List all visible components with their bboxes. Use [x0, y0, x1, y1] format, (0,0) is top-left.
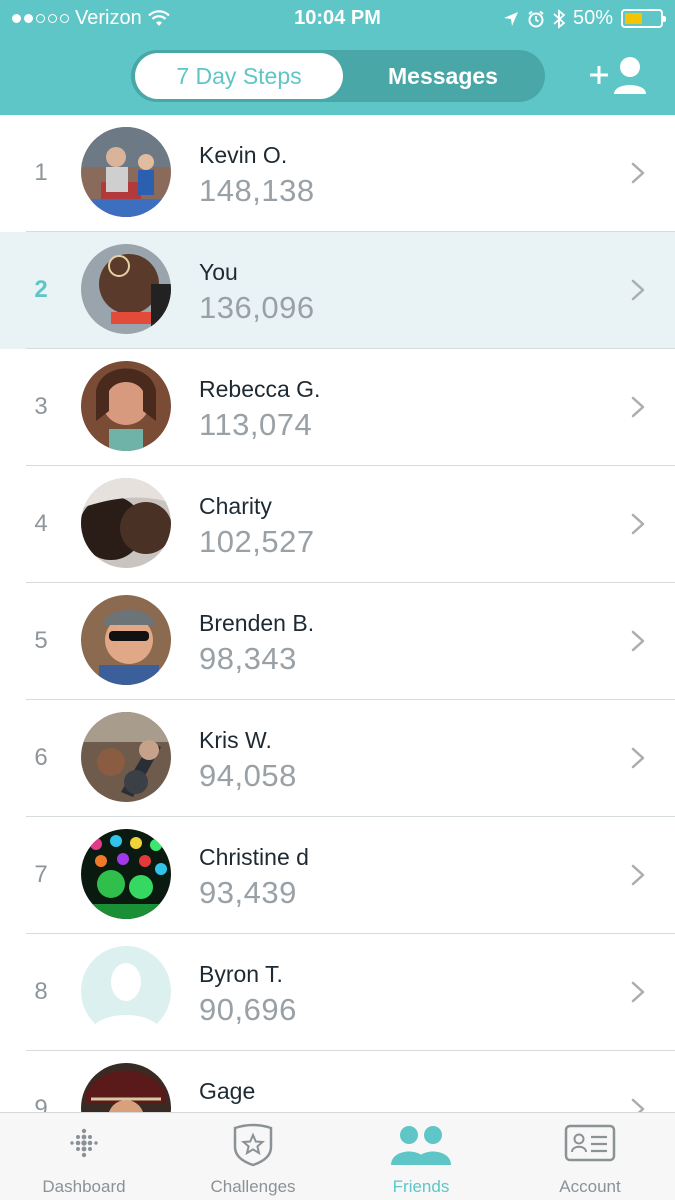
challenges-icon [233, 1123, 273, 1167]
add-friend-icon [590, 57, 646, 94]
tab-label: Friends [392, 1177, 450, 1196]
list-item-you[interactable]: 2 You 136,096 [0, 232, 675, 349]
account-icon [564, 1124, 616, 1162]
tab-friends[interactable]: Friends [337, 1113, 505, 1200]
list-item[interactable]: 9 Gage [0, 1051, 675, 1112]
chevron-right-icon [631, 630, 645, 652]
list-item[interactable]: 8 Byron T. 90,696 [0, 934, 675, 1051]
tab-challenges[interactable]: Challenges [169, 1113, 337, 1200]
avatar [81, 127, 171, 217]
friend-name: Byron T. [199, 961, 283, 987]
chevron-right-icon [631, 981, 645, 1003]
rank-number: 9 [34, 1095, 48, 1112]
rank-number: 2 [34, 276, 48, 303]
avatar [81, 829, 171, 919]
status-bar: Verizon 10:04 PM 50% [0, 0, 675, 38]
rank-number: 6 [34, 744, 48, 771]
friend-name: Charity [199, 493, 272, 519]
avatar [81, 244, 171, 334]
friend-name: You [199, 259, 238, 285]
step-count: 93,439 [199, 875, 297, 910]
step-count: 102,527 [199, 524, 315, 559]
chevron-right-icon [631, 1098, 645, 1112]
battery-percent: 50% [572, 7, 613, 29]
default-avatar [81, 946, 171, 1036]
segmented-control: 7 Day Steps Messages [131, 50, 545, 102]
app-header: Verizon 10:04 PM 50% 7 Day Steps Message… [0, 0, 675, 115]
step-count: 94,058 [199, 758, 297, 793]
step-count: 90,696 [199, 992, 297, 1027]
friend-name: Gage [199, 1078, 256, 1104]
step-count: 136,096 [199, 290, 315, 325]
list-item[interactable]: 1 Kevin O. 148,138 [0, 115, 675, 232]
battery-icon [621, 9, 666, 28]
chevron-right-icon [631, 279, 645, 301]
avatar [81, 712, 171, 802]
avatar [81, 478, 171, 568]
avatar [81, 1063, 171, 1112]
tab-7-day-steps[interactable]: 7 Day Steps [135, 53, 343, 99]
chevron-right-icon [631, 396, 645, 418]
list-item[interactable]: 5 Brenden B. 98,343 [0, 583, 675, 700]
chevron-right-icon [631, 162, 645, 184]
tab-messages[interactable]: Messages [345, 53, 541, 99]
rank-number: 3 [34, 393, 48, 420]
tab-account[interactable]: Account [506, 1113, 674, 1200]
tab-label: Dashboard [42, 1177, 126, 1196]
location-arrow-icon [503, 11, 518, 26]
friend-name: Christine d [199, 844, 309, 870]
list-item[interactable]: 3 Rebecca G. 113,074 [0, 349, 675, 466]
friend-name: Kevin O. [199, 142, 288, 168]
avatar [81, 361, 171, 451]
add-friend-button[interactable] [586, 54, 650, 96]
status-right: 50% [503, 7, 666, 30]
rank-number: 7 [34, 861, 48, 888]
chevron-right-icon [631, 513, 645, 535]
step-count: 113,074 [199, 407, 313, 442]
bluetooth-icon [553, 8, 565, 29]
list-item[interactable]: 7 Christine d 93,439 [0, 817, 675, 934]
step-count: 98,343 [199, 641, 297, 676]
rank-number: 4 [34, 510, 48, 537]
friend-name: Brenden B. [199, 610, 315, 636]
leaderboard-list: 1 Kevin O. 148,138 2 You 136,096 3 Rebec… [0, 115, 675, 1112]
chevron-right-icon [631, 864, 645, 886]
friend-name: Kris W. [199, 727, 272, 753]
tab-dashboard[interactable]: Dashboard [0, 1113, 168, 1200]
avatar [81, 595, 171, 685]
step-count: 148,138 [199, 173, 315, 208]
rank-number: 8 [34, 978, 48, 1005]
friend-name: Rebecca G. [199, 376, 321, 402]
chevron-right-icon [631, 747, 645, 769]
bottom-tab-bar: Dashboard Challenges Friends Account [0, 1112, 675, 1200]
rank-number: 1 [34, 159, 48, 186]
rank-number: 5 [34, 627, 48, 654]
tab-label: Challenges [210, 1177, 296, 1196]
tab-label: Account [559, 1177, 621, 1196]
dashboard-icon [70, 1128, 98, 1158]
list-item[interactable]: 6 Kris W. 94,058 [0, 700, 675, 817]
friends-icon [391, 1126, 451, 1165]
alarm-icon [528, 10, 544, 27]
list-item[interactable]: 4 Charity 102,527 [0, 466, 675, 583]
